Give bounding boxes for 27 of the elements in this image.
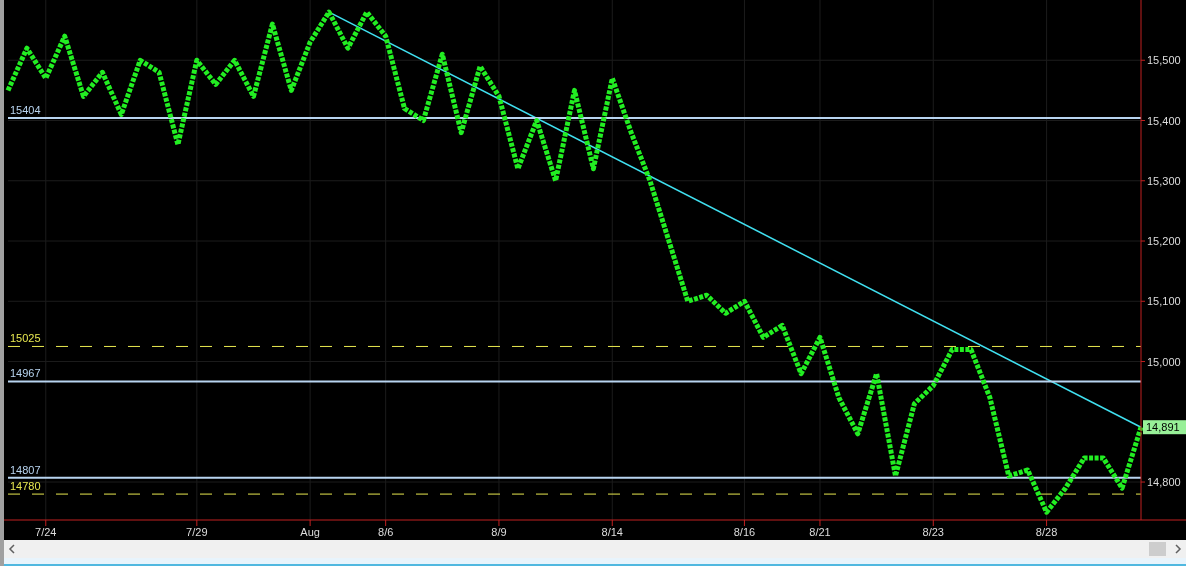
chevron-left-icon[interactable] (8, 544, 16, 554)
y-axis-label: 15,400 (1147, 114, 1181, 127)
x-axis-label: 7/24 (35, 526, 57, 538)
x-axis-label: 8/23 (922, 526, 944, 538)
last-price-badge: 14,891 (1143, 420, 1186, 435)
x-axis-label: 8/14 (601, 526, 623, 538)
y-axis-label: 14,800 (1147, 476, 1181, 489)
x-axis-label: 8/16 (733, 526, 756, 538)
y-axis-label: 15,300 (1147, 174, 1181, 187)
horizontal-scrollbar[interactable] (4, 540, 1186, 558)
y-axis-label: 15,500 (1147, 54, 1181, 67)
level-label: 15025 (10, 332, 41, 345)
x-axis-label: 8/9 (491, 526, 507, 538)
y-axis-label: 15,000 (1147, 355, 1181, 368)
chevron-right-icon[interactable] (1174, 544, 1182, 554)
scrollbar-thumb[interactable] (1149, 542, 1166, 556)
level-label: 14780 (10, 480, 41, 493)
x-axis-label: 8/21 (809, 526, 831, 538)
x-axis-label: 7/29 (186, 526, 208, 538)
x-axis-label: Aug (300, 526, 320, 538)
x-axis-label: 8/6 (378, 526, 394, 538)
level-label: 14807 (10, 463, 41, 476)
level-label: 15404 (10, 104, 41, 117)
level-label: 14967 (10, 367, 41, 380)
y-axis-label: 15,100 (1147, 295, 1181, 308)
x-axis-label: 8/28 (1035, 526, 1058, 538)
y-axis-label: 15,200 (1147, 235, 1181, 247)
